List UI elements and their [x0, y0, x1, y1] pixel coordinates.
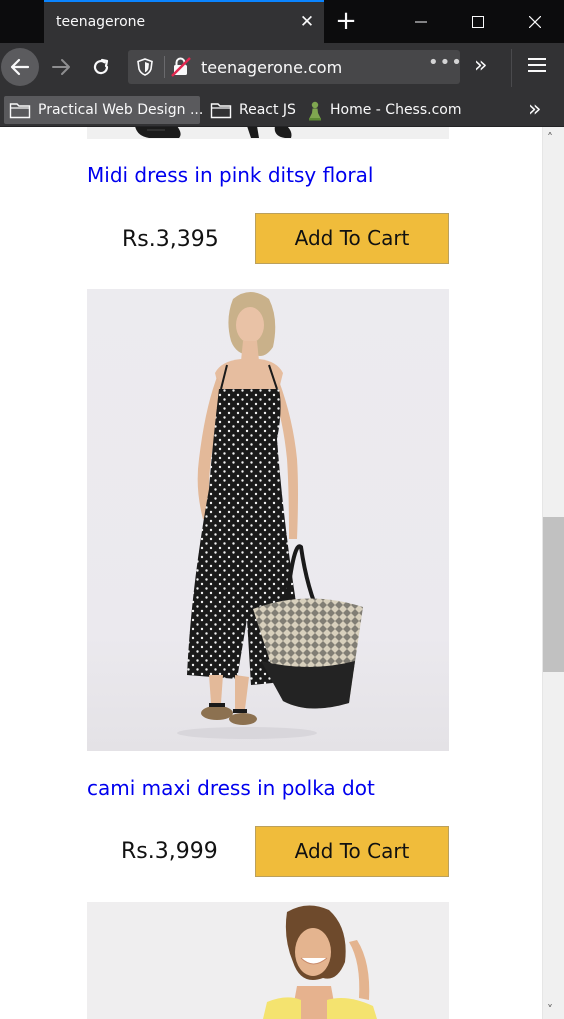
- bookmark-folder-practical-web-design[interactable]: Practical Web Design ...: [4, 96, 204, 124]
- bookmark-folder-react-js[interactable]: React JS: [208, 96, 296, 124]
- url-separator: [164, 56, 165, 78]
- product-price: Rs.3,999: [121, 839, 218, 864]
- page-scrollbar[interactable]: ˄ ˅: [542, 127, 564, 1019]
- tab-strip: teenagerone ✕ +: [0, 0, 564, 43]
- product-image-partial[interactable]: [87, 127, 449, 139]
- url-text[interactable]: teenagerone.com: [201, 58, 342, 77]
- page-actions-more-icon[interactable]: •••: [428, 52, 463, 73]
- tab-active[interactable]: teenagerone ✕: [44, 0, 324, 43]
- product-price: Rs.3,395: [122, 227, 219, 252]
- scroll-up-arrow-icon[interactable]: ˄: [547, 131, 553, 145]
- add-to-cart-button[interactable]: Add To Cart: [255, 213, 449, 264]
- page-viewport: Midi dress in pink ditsy floral Rs.3,395…: [0, 127, 564, 1019]
- add-to-cart-button[interactable]: Add To Cart: [255, 826, 449, 877]
- tab-title: teenagerone: [56, 14, 146, 30]
- navigation-toolbar: teenagerone.com ••• »: [0, 43, 564, 93]
- bookmark-label: Practical Web Design ...: [38, 102, 204, 118]
- toolbar-separator: [511, 49, 512, 87]
- product-image-partial[interactable]: [87, 902, 449, 1019]
- arrow-right-icon[interactable]: [47, 52, 75, 82]
- window-close-icon[interactable]: [506, 0, 563, 43]
- bookmarks-toolbar: Practical Web Design ... React JS Home -…: [0, 93, 564, 127]
- chess-pawn-icon: [307, 101, 323, 121]
- window-minimize-icon[interactable]: [392, 0, 449, 43]
- bookmark-chess-com[interactable]: Home - Chess.com: [305, 96, 462, 124]
- scrollbar-thumb[interactable]: [543, 517, 564, 672]
- url-bar[interactable]: teenagerone.com •••: [128, 50, 463, 84]
- product-title-link[interactable]: cami maxi dress in polka dot: [87, 776, 375, 800]
- bookmarks-overflow-icon[interactable]: »: [528, 97, 541, 122]
- product-image[interactable]: [87, 289, 449, 751]
- bookmark-label: React JS: [239, 102, 296, 118]
- new-tab-plus-icon[interactable]: +: [333, 7, 359, 35]
- toolbar-overflow-icon[interactable]: »: [474, 53, 487, 78]
- folder-icon: [9, 101, 31, 119]
- window-maximize-icon[interactable]: [449, 0, 506, 43]
- insecure-lock-icon[interactable]: [170, 57, 192, 77]
- product-title-link[interactable]: Midi dress in pink ditsy floral: [87, 163, 373, 187]
- hamburger-icon[interactable]: [528, 57, 546, 73]
- reload-icon[interactable]: [86, 52, 116, 82]
- arrow-left-icon[interactable]: [1, 48, 39, 86]
- scroll-down-arrow-icon[interactable]: ˅: [547, 1003, 553, 1017]
- tab-close-icon[interactable]: ✕: [296, 11, 318, 33]
- tracking-shield-icon[interactable]: [136, 58, 154, 76]
- folder-icon: [210, 101, 232, 119]
- bookmark-label: Home - Chess.com: [330, 102, 462, 118]
